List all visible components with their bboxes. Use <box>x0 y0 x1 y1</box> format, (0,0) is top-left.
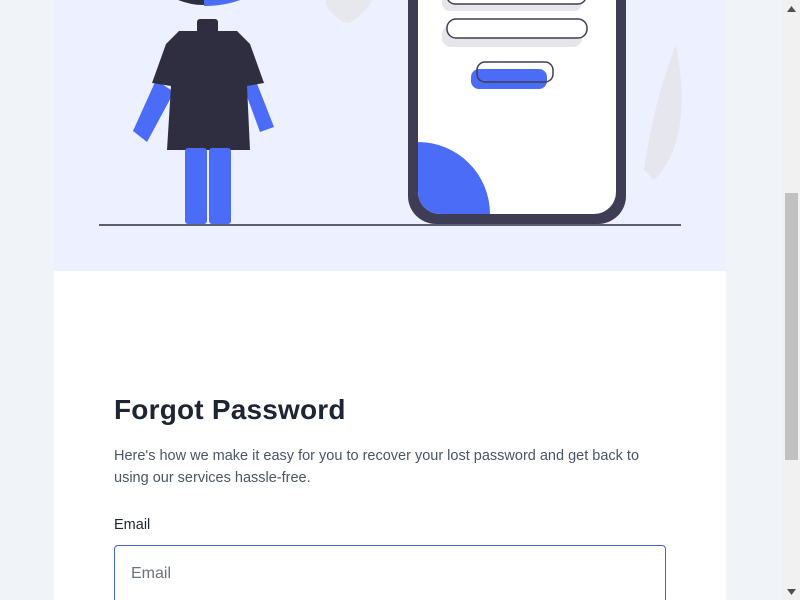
triangle-up-icon <box>787 5 796 12</box>
triangle-down-icon <box>787 588 796 595</box>
email-label: Email <box>114 517 151 533</box>
forgot-password-card: Forgot Password Here's how we make it ea… <box>54 0 726 600</box>
scroll-up-button[interactable] <box>783 0 800 17</box>
hero-illustration <box>54 0 726 271</box>
page-title: Forgot Password <box>114 394 346 425</box>
scroll-down-button[interactable] <box>783 583 800 600</box>
scroll-thumb[interactable] <box>785 193 798 460</box>
vertical-scrollbar[interactable] <box>783 0 800 600</box>
page-description: Here's how we make it easy for you to re… <box>114 448 640 486</box>
forgot-password-form: Forgot Password Here's how we make it ea… <box>114 393 666 600</box>
email-field[interactable] <box>114 545 666 600</box>
person-and-phone-illustration <box>99 0 682 226</box>
